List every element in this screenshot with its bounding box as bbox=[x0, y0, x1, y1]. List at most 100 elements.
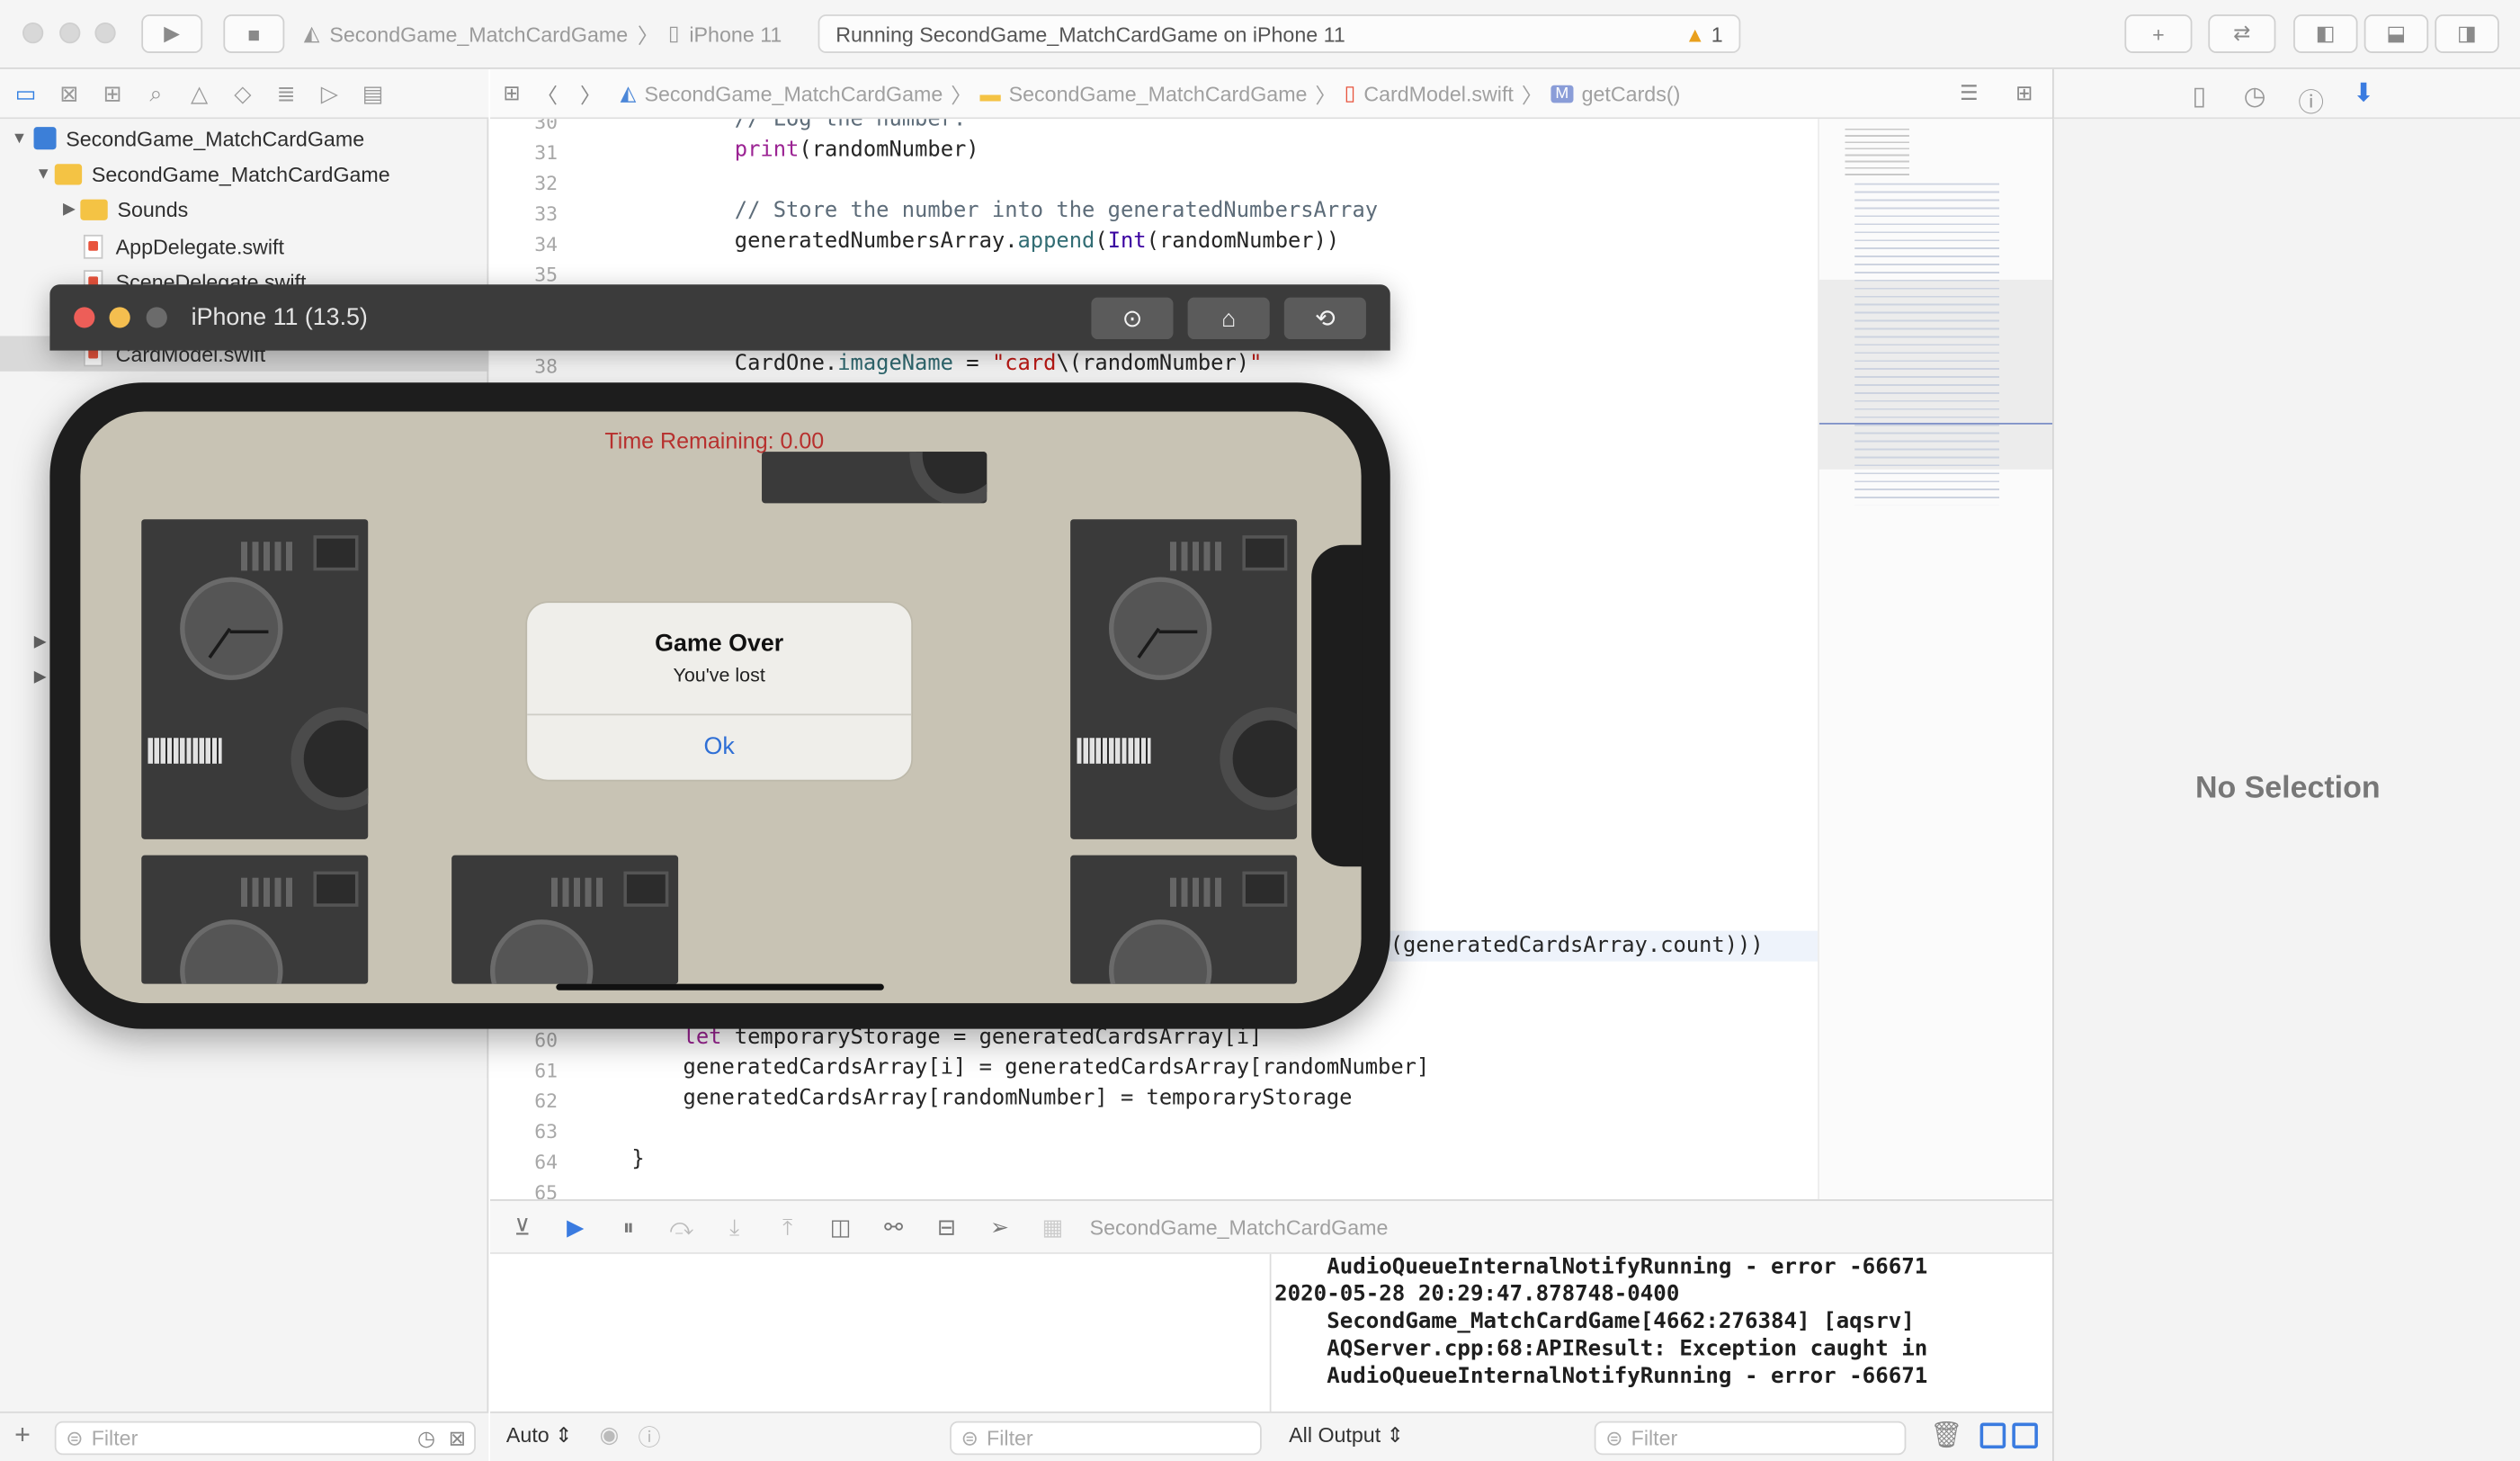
forward-arrow-icon[interactable]: 〉 bbox=[580, 78, 601, 109]
code-minimap[interactable] bbox=[1818, 119, 2052, 1200]
step-over-icon[interactable]: ⤼ bbox=[666, 1212, 698, 1241]
breakpoint-icon[interactable]: ▷ bbox=[315, 79, 344, 108]
card[interactable] bbox=[141, 855, 369, 984]
console-output[interactable]: AudioQueueInternalNotifyRunning - error … bbox=[1271, 1253, 2052, 1412]
game-over-alert: Game Over You've lost Ok bbox=[527, 603, 912, 780]
card[interactable] bbox=[451, 855, 679, 984]
no-selection-label: No Selection bbox=[2194, 771, 2381, 806]
tree-row-group[interactable]: ▼ SecondGame_MatchCardGame bbox=[32, 156, 390, 191]
zoom-window-button[interactable] bbox=[146, 307, 167, 328]
card[interactable] bbox=[1070, 519, 1298, 839]
disclosure-open-icon[interactable]: ▼ bbox=[32, 165, 55, 183]
warning-icon: ▲ bbox=[1684, 22, 1706, 46]
step-out-icon[interactable]: ⤒ bbox=[772, 1212, 804, 1241]
trash-icon[interactable]: 🗑 bbox=[1930, 1420, 1962, 1452]
code-review-button[interactable]: ⇄ bbox=[2208, 14, 2276, 53]
tree-label: SecondGame_MatchCardGame bbox=[91, 161, 390, 186]
history-icon[interactable]: ◷ bbox=[2244, 80, 2266, 112]
scm-filter-icon[interactable]: ⊠ bbox=[449, 1425, 466, 1451]
screenshot-button[interactable]: ⊙ bbox=[1091, 297, 1174, 340]
disclosure-closed-icon[interactable]: ▶ bbox=[29, 623, 51, 659]
breadcrumb-group[interactable]: SecondGame_MatchCardGame bbox=[1009, 81, 1308, 105]
warning-icon[interactable]: △ bbox=[185, 79, 214, 108]
stop-button[interactable]: ■ bbox=[223, 14, 285, 53]
home-indicator[interactable] bbox=[556, 983, 884, 990]
back-arrow-icon[interactable]: 〈 bbox=[537, 78, 558, 109]
simulator-title-bar[interactable]: iPhone 11 (13.5) ⊙ ⌂ ⟲ bbox=[49, 284, 1390, 351]
search-icon[interactable]: ⌕ bbox=[141, 79, 170, 108]
rotate-icon: ⟲ bbox=[1315, 305, 1336, 333]
recent-icon[interactable]: ◷ bbox=[417, 1425, 435, 1451]
location-icon[interactable]: ➢ bbox=[984, 1212, 1016, 1241]
zoom-window-button[interactable] bbox=[94, 22, 116, 44]
library-button[interactable]: + bbox=[2124, 14, 2193, 53]
step-in-icon[interactable]: ⤓ bbox=[719, 1212, 751, 1241]
rotate-button[interactable]: ⟲ bbox=[1283, 297, 1366, 340]
close-window-button[interactable] bbox=[22, 22, 44, 44]
navigator-filter-input[interactable]: ⊜ Filter ◷ ⊠ bbox=[54, 1421, 476, 1456]
toggle-inspector-button[interactable]: ◨ bbox=[2435, 14, 2499, 53]
breadcrumb-project[interactable]: SecondGame_MatchCardGame bbox=[644, 81, 943, 105]
output-selector[interactable]: All Output ⇕ bbox=[1289, 1422, 1404, 1448]
disclosure-open-icon[interactable]: ▼ bbox=[8, 130, 31, 148]
disclosure-closed-icon[interactable]: ▶ bbox=[29, 659, 51, 695]
chevron-right-icon: 〉 bbox=[1315, 83, 1336, 107]
hide-debug-area-icon[interactable]: ⊻ bbox=[506, 1212, 539, 1241]
card[interactable] bbox=[141, 519, 369, 839]
test-icon[interactable]: ◇ bbox=[228, 79, 257, 108]
toggle-debug-area-button[interactable]: ⬓ bbox=[2364, 14, 2429, 53]
show-variables-icon[interactable] bbox=[1979, 1422, 2006, 1449]
clock-icon bbox=[180, 919, 283, 984]
add-editor-icon[interactable]: ⊞ bbox=[2015, 80, 2033, 106]
folder-icon[interactable]: ▭ bbox=[12, 79, 40, 108]
memory-graph-icon[interactable]: ⚯ bbox=[878, 1212, 910, 1241]
breadcrumb-file[interactable]: CardModel.swift bbox=[1363, 81, 1514, 105]
output-label: All Output bbox=[1289, 1422, 1381, 1448]
breadcrumb-method[interactable]: getCards() bbox=[1582, 81, 1681, 105]
related-items-icon[interactable]: ⊞ bbox=[503, 80, 520, 106]
card[interactable] bbox=[762, 452, 987, 504]
alert-ok-button[interactable]: Ok bbox=[527, 715, 911, 779]
disclosure-closed-icon[interactable]: ▶ bbox=[58, 200, 80, 218]
minimize-window-button[interactable] bbox=[109, 307, 130, 328]
symbol-icon[interactable]: ⊞ bbox=[98, 79, 127, 108]
scheme-selector[interactable]: ◭ SecondGame_MatchCardGame 〉 ▯ iPhone 11 bbox=[304, 14, 806, 53]
app-screen[interactable]: Time Remaining: 0.00 Game Over You've lo… bbox=[80, 411, 1362, 1004]
line-number: 31 bbox=[534, 141, 559, 165]
warning-indicator[interactable]: ▲ 1 bbox=[1684, 22, 1722, 46]
project-icon bbox=[33, 127, 57, 150]
tree-row-sounds[interactable]: ▶ Sounds bbox=[58, 192, 188, 227]
code-line: // Log the number. bbox=[580, 119, 967, 132]
run-button[interactable]: ▶ bbox=[141, 14, 203, 53]
close-window-button[interactable] bbox=[74, 307, 95, 328]
chevron-right-icon: 〉 bbox=[637, 22, 659, 48]
toggle-navigator-button[interactable]: ◧ bbox=[2293, 14, 2358, 53]
minimize-window-button[interactable] bbox=[59, 22, 81, 44]
console-filter-input[interactable]: ⊜ Filter bbox=[1594, 1421, 1907, 1456]
file-inspector-icon[interactable]: ▯ bbox=[2192, 80, 2206, 112]
variables-view[interactable] bbox=[490, 1253, 1272, 1412]
debug-icon[interactable]: ≣ bbox=[272, 79, 300, 108]
clock-icon bbox=[1109, 577, 1212, 680]
pause-icon[interactable]: ⏸ bbox=[612, 1212, 645, 1241]
environment-overrides-icon[interactable]: ⊟ bbox=[931, 1212, 963, 1241]
method-icon: M bbox=[1550, 84, 1574, 103]
card[interactable] bbox=[1070, 855, 1298, 984]
info-icon[interactable]: ⓘ bbox=[638, 1421, 660, 1454]
show-console-icon[interactable] bbox=[2012, 1422, 2038, 1449]
source-control-icon[interactable]: ⊠ bbox=[55, 79, 84, 108]
add-icon[interactable]: + bbox=[14, 1420, 31, 1452]
editor-options-icon[interactable]: ☰ bbox=[1960, 80, 1979, 106]
breakpoints-toggle-icon[interactable]: ▶ bbox=[559, 1212, 592, 1241]
eye-icon[interactable]: ◉ bbox=[600, 1421, 620, 1448]
view-hierarchy-icon[interactable]: ◫ bbox=[825, 1212, 857, 1241]
tree-row-project[interactable]: ▼ SecondGame_MatchCardGame bbox=[8, 121, 365, 156]
help-icon[interactable]: ⓘ bbox=[2298, 80, 2324, 119]
report-icon[interactable]: ▤ bbox=[359, 79, 388, 108]
variables-filter-input[interactable]: ⊜ Filter bbox=[950, 1421, 1262, 1456]
tree-row-appdelegate[interactable]: AppDelegate.swift bbox=[83, 229, 284, 264]
attributes-inspector-icon[interactable]: ⬇ bbox=[2353, 77, 2374, 110]
auto-selector[interactable]: Auto ⇕ bbox=[506, 1422, 573, 1448]
home-button[interactable]: ⌂ bbox=[1187, 297, 1270, 340]
home-icon: ⌂ bbox=[1221, 304, 1237, 333]
